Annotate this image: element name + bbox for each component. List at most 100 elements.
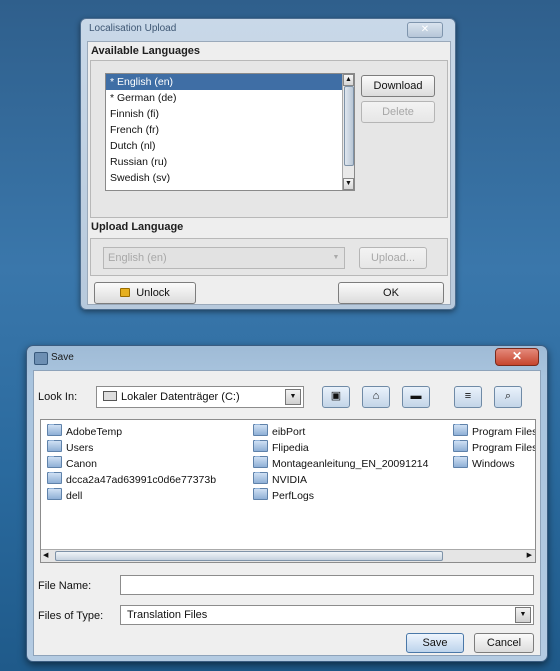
folder-name: Program Files <box>472 426 536 438</box>
list-view-icon: ≡ <box>464 390 472 402</box>
new-folder-button[interactable]: ▬ <box>402 386 430 408</box>
folder-icon <box>253 472 268 484</box>
scroll-up-icon[interactable]: ▲ <box>343 74 354 86</box>
language-item[interactable]: French (fr) <box>106 122 354 138</box>
folder-icon <box>47 456 62 468</box>
chevron-down-icon[interactable]: ▼ <box>330 251 342 264</box>
available-languages-title: Available Languages <box>91 45 201 57</box>
languages-scrollbar[interactable]: ▲ ▼ <box>342 74 354 190</box>
folder-name: Windows <box>472 458 515 470</box>
folder-icon <box>453 440 468 452</box>
lock-icon <box>120 288 131 297</box>
save-dialog: Save ✕ Look In: Lokaler Datenträger (C:)… <box>26 345 548 662</box>
scroll-left-icon[interactable]: ◀ <box>43 551 48 559</box>
close-button[interactable]: ✕ <box>407 22 443 38</box>
close-icon: ✕ <box>420 24 430 35</box>
look-in-combo[interactable]: Lokaler Datenträger (C:) ▼ <box>96 386 304 408</box>
folder-item[interactable]: Flipedia <box>253 440 449 456</box>
folder-name: Users <box>66 442 94 454</box>
upload-language-combo[interactable]: English (en) ▼ <box>103 247 345 269</box>
folder-name: NVIDIA <box>272 474 308 486</box>
folder-item[interactable]: Users <box>47 440 243 456</box>
folder-item[interactable]: Windows <box>453 456 535 472</box>
details-view-icon: ⌕ <box>504 390 512 402</box>
scroll-right-icon[interactable]: ▶ <box>527 551 532 559</box>
dialog-title: Save <box>51 352 74 363</box>
list-view-button[interactable]: ≡ <box>454 386 482 408</box>
folder-icon <box>453 456 468 468</box>
language-item[interactable]: Finnish (fi) <box>106 106 354 122</box>
files-of-type-value: Translation Files <box>127 609 208 621</box>
scroll-thumb[interactable] <box>344 86 354 166</box>
dialog-client: Look In: Lokaler Datenträger (C:) ▼ ▣ ⌂ … <box>33 370 541 656</box>
file-name-label: File Name: <box>38 580 92 592</box>
app-icon <box>34 352 48 365</box>
folder-item[interactable]: dell <box>47 488 243 504</box>
save-button[interactable]: Save <box>406 633 464 653</box>
folder-icon <box>47 472 62 484</box>
details-view-button[interactable]: ⌕ <box>494 386 522 408</box>
dialog-title: Localisation Upload <box>89 23 177 34</box>
folder-icon <box>253 456 268 468</box>
folder-icon <box>47 440 62 452</box>
scroll-down-icon[interactable]: ▼ <box>343 178 354 190</box>
folder-name: dcca2a47ad63991c0d6e77373b <box>66 474 217 486</box>
home-button[interactable]: ⌂ <box>362 386 390 408</box>
folder-name: dell <box>66 490 83 502</box>
folder-name: Canon <box>66 458 97 470</box>
folder-name: AdobeTemp <box>66 426 123 438</box>
upload-button[interactable]: Upload... <box>359 247 427 269</box>
folder-item[interactable]: Program Files (x86) <box>453 440 536 456</box>
up-folder-icon: ▣ <box>330 390 342 402</box>
folder-item[interactable]: Montageanleitung_EN_20091214 <box>253 456 449 472</box>
file-column-3: Program Files Program Files (x86) Windows <box>453 424 536 472</box>
chevron-down-icon[interactable]: ▼ <box>515 607 531 623</box>
close-icon: ✕ <box>511 349 523 363</box>
file-list-hscrollbar[interactable]: ◀ ▶ <box>41 549 535 562</box>
delete-button[interactable]: Delete <box>361 101 435 123</box>
available-languages-panel: * English (en) * German (de) Finnish (fi) F… <box>90 60 448 218</box>
folder-icon <box>253 440 268 452</box>
folder-name: Flipedia <box>272 442 309 454</box>
file-column-1: AdobeTemp Users Canon dcca2a47ad63991c0d6e7… <box>47 424 243 504</box>
dialog-client: Available Languages * English (en) * Germ… <box>87 41 451 305</box>
folder-item[interactable]: AdobeTemp <box>47 424 243 440</box>
file-name-input[interactable] <box>120 575 534 595</box>
languages-list[interactable]: * English (en) * German (de) Finnish (fi) F… <box>105 73 355 191</box>
language-item[interactable]: Dutch (nl) <box>106 138 354 154</box>
scroll-thumb[interactable] <box>55 551 443 561</box>
language-item[interactable]: Swedish (sv) <box>106 170 354 186</box>
folder-icon <box>253 488 268 500</box>
new-folder-icon: ▬ <box>410 390 422 402</box>
files-of-type-label: Files of Type: <box>38 610 104 622</box>
files-of-type-combo[interactable]: Translation Files ▼ <box>120 605 534 625</box>
home-icon: ⌂ <box>372 390 380 402</box>
up-folder-button[interactable]: ▣ <box>322 386 350 408</box>
close-button[interactable]: ✕ <box>495 348 539 366</box>
folder-name: Montageanleitung_EN_20091214 <box>272 458 429 470</box>
folder-icon <box>47 488 62 500</box>
folder-item[interactable]: eibPort <box>253 424 449 440</box>
cancel-button[interactable]: Cancel <box>474 633 534 653</box>
folder-item[interactable]: Program Files <box>453 424 536 440</box>
download-button[interactable]: Download <box>361 75 435 97</box>
upload-language-panel: English (en) ▼ Upload... <box>90 238 448 276</box>
unlock-button[interactable]: Unlock <box>94 282 196 304</box>
file-list-pane[interactable]: AdobeTemp Users Canon dcca2a47ad63991c0d6e7… <box>40 419 536 563</box>
look-in-value: Lokaler Datenträger (C:) <box>121 391 240 403</box>
folder-icon <box>453 424 468 436</box>
folder-item[interactable]: NVIDIA <box>253 472 449 488</box>
look-in-label: Look In: <box>38 391 78 403</box>
ok-button[interactable]: OK <box>338 282 444 304</box>
language-item[interactable]: * English (en) <box>106 74 354 90</box>
localisation-upload-dialog: Localisation Upload ✕ Available Language… <box>80 18 456 310</box>
chevron-down-icon[interactable]: ▼ <box>285 389 301 405</box>
language-item[interactable]: * German (de) <box>106 90 354 106</box>
folder-item[interactable]: PerfLogs <box>253 488 449 504</box>
folder-name: PerfLogs <box>272 490 315 502</box>
folder-name: Program Files (x86) <box>472 442 536 454</box>
language-item[interactable]: Russian (ru) <box>106 154 354 170</box>
folder-icon <box>253 424 268 436</box>
folder-item[interactable]: Canon <box>47 456 243 472</box>
folder-item[interactable]: dcca2a47ad63991c0d6e77373b <box>47 472 243 488</box>
